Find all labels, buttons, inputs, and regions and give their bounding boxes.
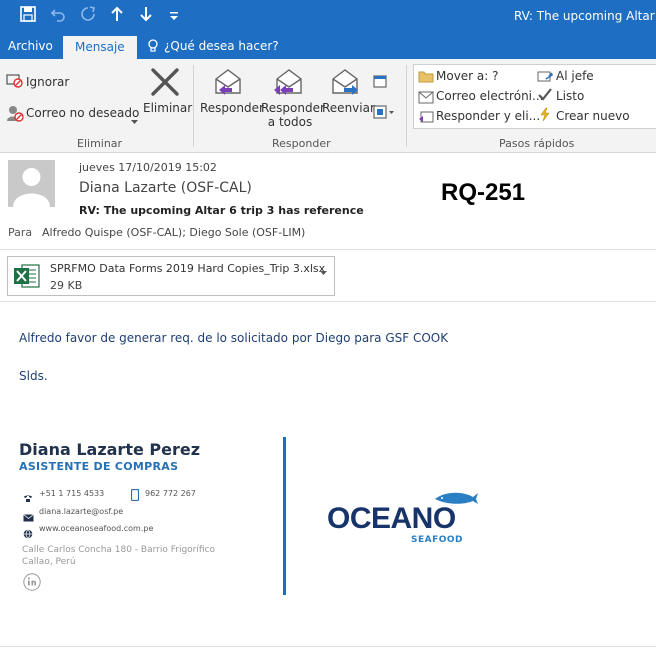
reply-delete-icon — [418, 109, 434, 128]
group-label-pasos-rapidos: Pasos rápidos — [499, 137, 575, 150]
forward-icon — [330, 66, 360, 100]
company-logo-subtitle: SEAFOOD — [411, 535, 464, 545]
recipients[interactable]: Alfredo Quispe (OSF-CAL); Diego Sole (OS… — [42, 226, 305, 239]
window-title: RV: The upcoming Altar 6 t — [514, 9, 656, 23]
chevron-down-icon[interactable] — [131, 110, 138, 129]
attachment-card[interactable]: SPRFMO Data Forms 2019 Hard Copies_Trip … — [7, 256, 335, 296]
quick-step-done[interactable]: Listo — [556, 89, 584, 103]
ribbon-separator — [193, 65, 194, 147]
body-line: Alfredo favor de generar req. de lo soli… — [19, 331, 449, 345]
globe-icon — [23, 524, 33, 543]
delete-icon — [150, 67, 180, 101]
delete-button[interactable]: Eliminar — [143, 101, 192, 115]
undo-icon[interactable] — [50, 6, 66, 27]
tab-mensaje[interactable]: Mensaje — [63, 36, 137, 59]
divider — [0, 249, 656, 250]
message-date: jueves 17/10/2019 15:02 — [79, 161, 217, 174]
email-icon — [418, 89, 434, 108]
divider — [0, 646, 656, 647]
meeting-icon[interactable] — [373, 73, 387, 92]
avatar — [8, 160, 55, 207]
signature-address-line1: Calle Carlos Concha 180 - Barrio Frigorí… — [22, 545, 215, 555]
ignore-icon — [6, 72, 24, 92]
tab-archivo[interactable]: Archivo — [8, 39, 53, 53]
junk-mail-icon — [6, 104, 24, 126]
divider — [0, 301, 656, 302]
signature-address-line2: Callao, Perú — [22, 557, 76, 567]
to-label: Para — [8, 226, 33, 239]
reply-all-button[interactable]: Responder a todos — [261, 101, 325, 129]
quick-step-move-to[interactable]: Mover a: ? — [436, 69, 499, 83]
sender-name[interactable]: Diana Lazarte (OSF-CAL) — [79, 180, 252, 196]
junk-mail-button[interactable]: Correo no deseado — [26, 106, 139, 120]
signature-web[interactable]: www.oceanoseafood.com.pe — [39, 524, 153, 533]
quick-step-reply-delete[interactable]: Responder y eli... — [436, 109, 540, 123]
requisition-stamp: RQ-251 — [441, 179, 526, 206]
mobile-icon — [130, 486, 140, 505]
signature-divider — [283, 437, 286, 595]
ribbon: Ignorar Correo no deseado Eliminar Elimi… — [0, 59, 656, 153]
attachment-size: 29 KB — [50, 279, 83, 292]
down-arrow-icon[interactable] — [139, 6, 153, 27]
more-responses-icon[interactable] — [373, 104, 395, 123]
quick-step-email[interactable]: Correo electróni... — [436, 89, 543, 103]
lightning-icon — [537, 107, 553, 126]
ribbon-separator — [406, 65, 407, 147]
tell-me-search[interactable]: ¿Qué desea hacer? — [164, 39, 279, 53]
signature-email[interactable]: diana.lazarte@osf.pe — [39, 507, 123, 516]
up-arrow-icon[interactable] — [110, 6, 124, 27]
reply-icon — [213, 66, 243, 100]
ignore-button[interactable]: Ignorar — [26, 75, 69, 89]
reply-all-label-line2: a todos — [267, 115, 313, 129]
quick-step-to-manager[interactable]: Al jefe — [556, 69, 594, 83]
signature-name: Diana Lazarte Perez — [19, 440, 201, 459]
forward-button[interactable]: Reenviar — [322, 101, 375, 115]
quick-step-create-new[interactable]: Crear nuevo — [556, 109, 630, 123]
reply-all-label-line1: Responder — [261, 101, 325, 115]
ribbon-tab-bar: Archivo Mensaje ¿Qué desea hacer? — [0, 34, 656, 59]
reply-button[interactable]: Responder — [200, 101, 264, 115]
save-icon[interactable] — [20, 6, 36, 27]
chevron-down-icon[interactable] — [320, 269, 327, 278]
signature-role: ASISTENTE DE COMPRAS — [19, 460, 179, 473]
folder-icon — [418, 68, 434, 87]
phone-icon — [23, 488, 33, 507]
reply-all-icon — [272, 66, 304, 100]
customize-icon[interactable] — [169, 6, 179, 27]
body-line: Slds. — [19, 369, 48, 383]
attachment-name: SPRFMO Data Forms 2019 Hard Copies_Trip … — [50, 262, 326, 275]
signature-mobile: 962 772 267 — [145, 489, 196, 498]
lightbulb-icon — [147, 39, 159, 56]
message-subject: RV: The upcoming Altar 6 trip 3 has refe… — [79, 204, 364, 217]
quick-steps-gallery: Mover a: ? Correo electróni... Responder… — [413, 64, 656, 129]
company-logo: OCEANO — [327, 502, 456, 535]
redo-icon[interactable] — [80, 6, 96, 27]
signature-phone: +51 1 715 4533 — [39, 489, 105, 498]
to-manager-icon — [537, 68, 555, 87]
excel-icon — [13, 262, 41, 294]
title-bar: RV: The upcoming Altar 6 t — [0, 0, 656, 34]
linkedin-icon[interactable] — [23, 573, 41, 595]
group-label-eliminar: Eliminar — [77, 137, 123, 150]
group-label-responder: Responder — [272, 137, 331, 150]
checkmark-icon — [537, 87, 553, 106]
